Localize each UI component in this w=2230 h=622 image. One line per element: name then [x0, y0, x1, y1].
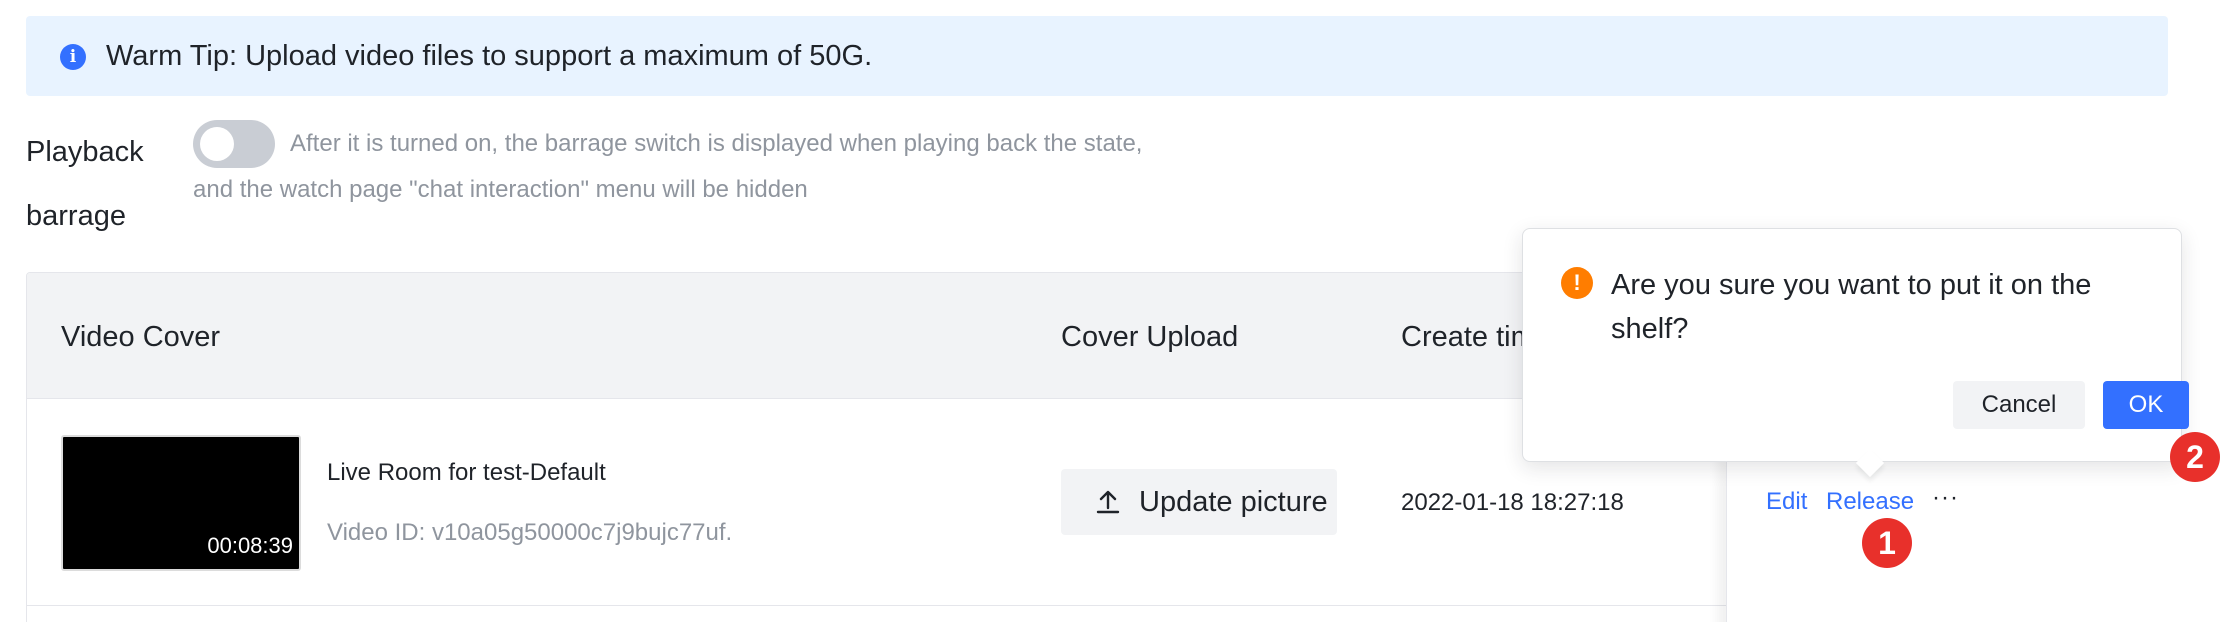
operations-column	[1726, 452, 2168, 622]
upload-icon	[1096, 490, 1120, 514]
video-duration: 00:08:39	[207, 533, 293, 558]
column-header-video-cover: Video Cover	[61, 321, 221, 353]
toggle-knob	[200, 127, 234, 161]
playback-barrage-label-line2: barrage	[26, 200, 126, 232]
playback-barrage-toggle[interactable]	[193, 120, 275, 168]
ok-button[interactable]: OK	[2103, 381, 2189, 429]
step-marker-2: 2	[2170, 432, 2220, 482]
confirm-message: Are you sure you want to put it on the s…	[1611, 269, 2092, 345]
warning-icon: !	[1561, 267, 1593, 299]
playback-barrage-label-line1: Playback	[26, 136, 144, 168]
cancel-button[interactable]: Cancel	[1953, 381, 2085, 429]
playback-barrage-description-line2: and the watch page "chat interaction" me…	[193, 176, 808, 203]
video-id: Video ID: v10a05g50000c7j9bujc77uf.	[327, 519, 733, 546]
video-cover-thumbnail[interactable]: 00:08:39	[61, 435, 301, 571]
info-icon: i	[60, 44, 86, 70]
video-title: Live Room for test-Default	[327, 459, 606, 486]
edit-link[interactable]: Edit	[1766, 488, 1807, 516]
playback-barrage-description-line1: After it is turned on, the barrage switc…	[290, 130, 1143, 157]
create-time-value: 2022-01-18 18:27:18	[1401, 489, 1624, 516]
release-confirm-popover: ! Are you sure you want to put it on the…	[1522, 228, 2189, 462]
warm-tip-text: Warm Tip: Upload video files to support …	[106, 40, 873, 72]
step-marker-1: 1	[1862, 518, 1912, 568]
release-link[interactable]: Release	[1826, 488, 1914, 516]
warm-tip-banner: i Warm Tip: Upload video files to suppor…	[26, 16, 2168, 96]
more-options-icon[interactable]: ···	[1932, 484, 1959, 512]
update-picture-button[interactable]: Update picture	[1061, 469, 1337, 535]
update-picture-label: Update picture	[1139, 486, 1328, 518]
column-header-cover-upload: Cover Upload	[1061, 321, 1239, 353]
